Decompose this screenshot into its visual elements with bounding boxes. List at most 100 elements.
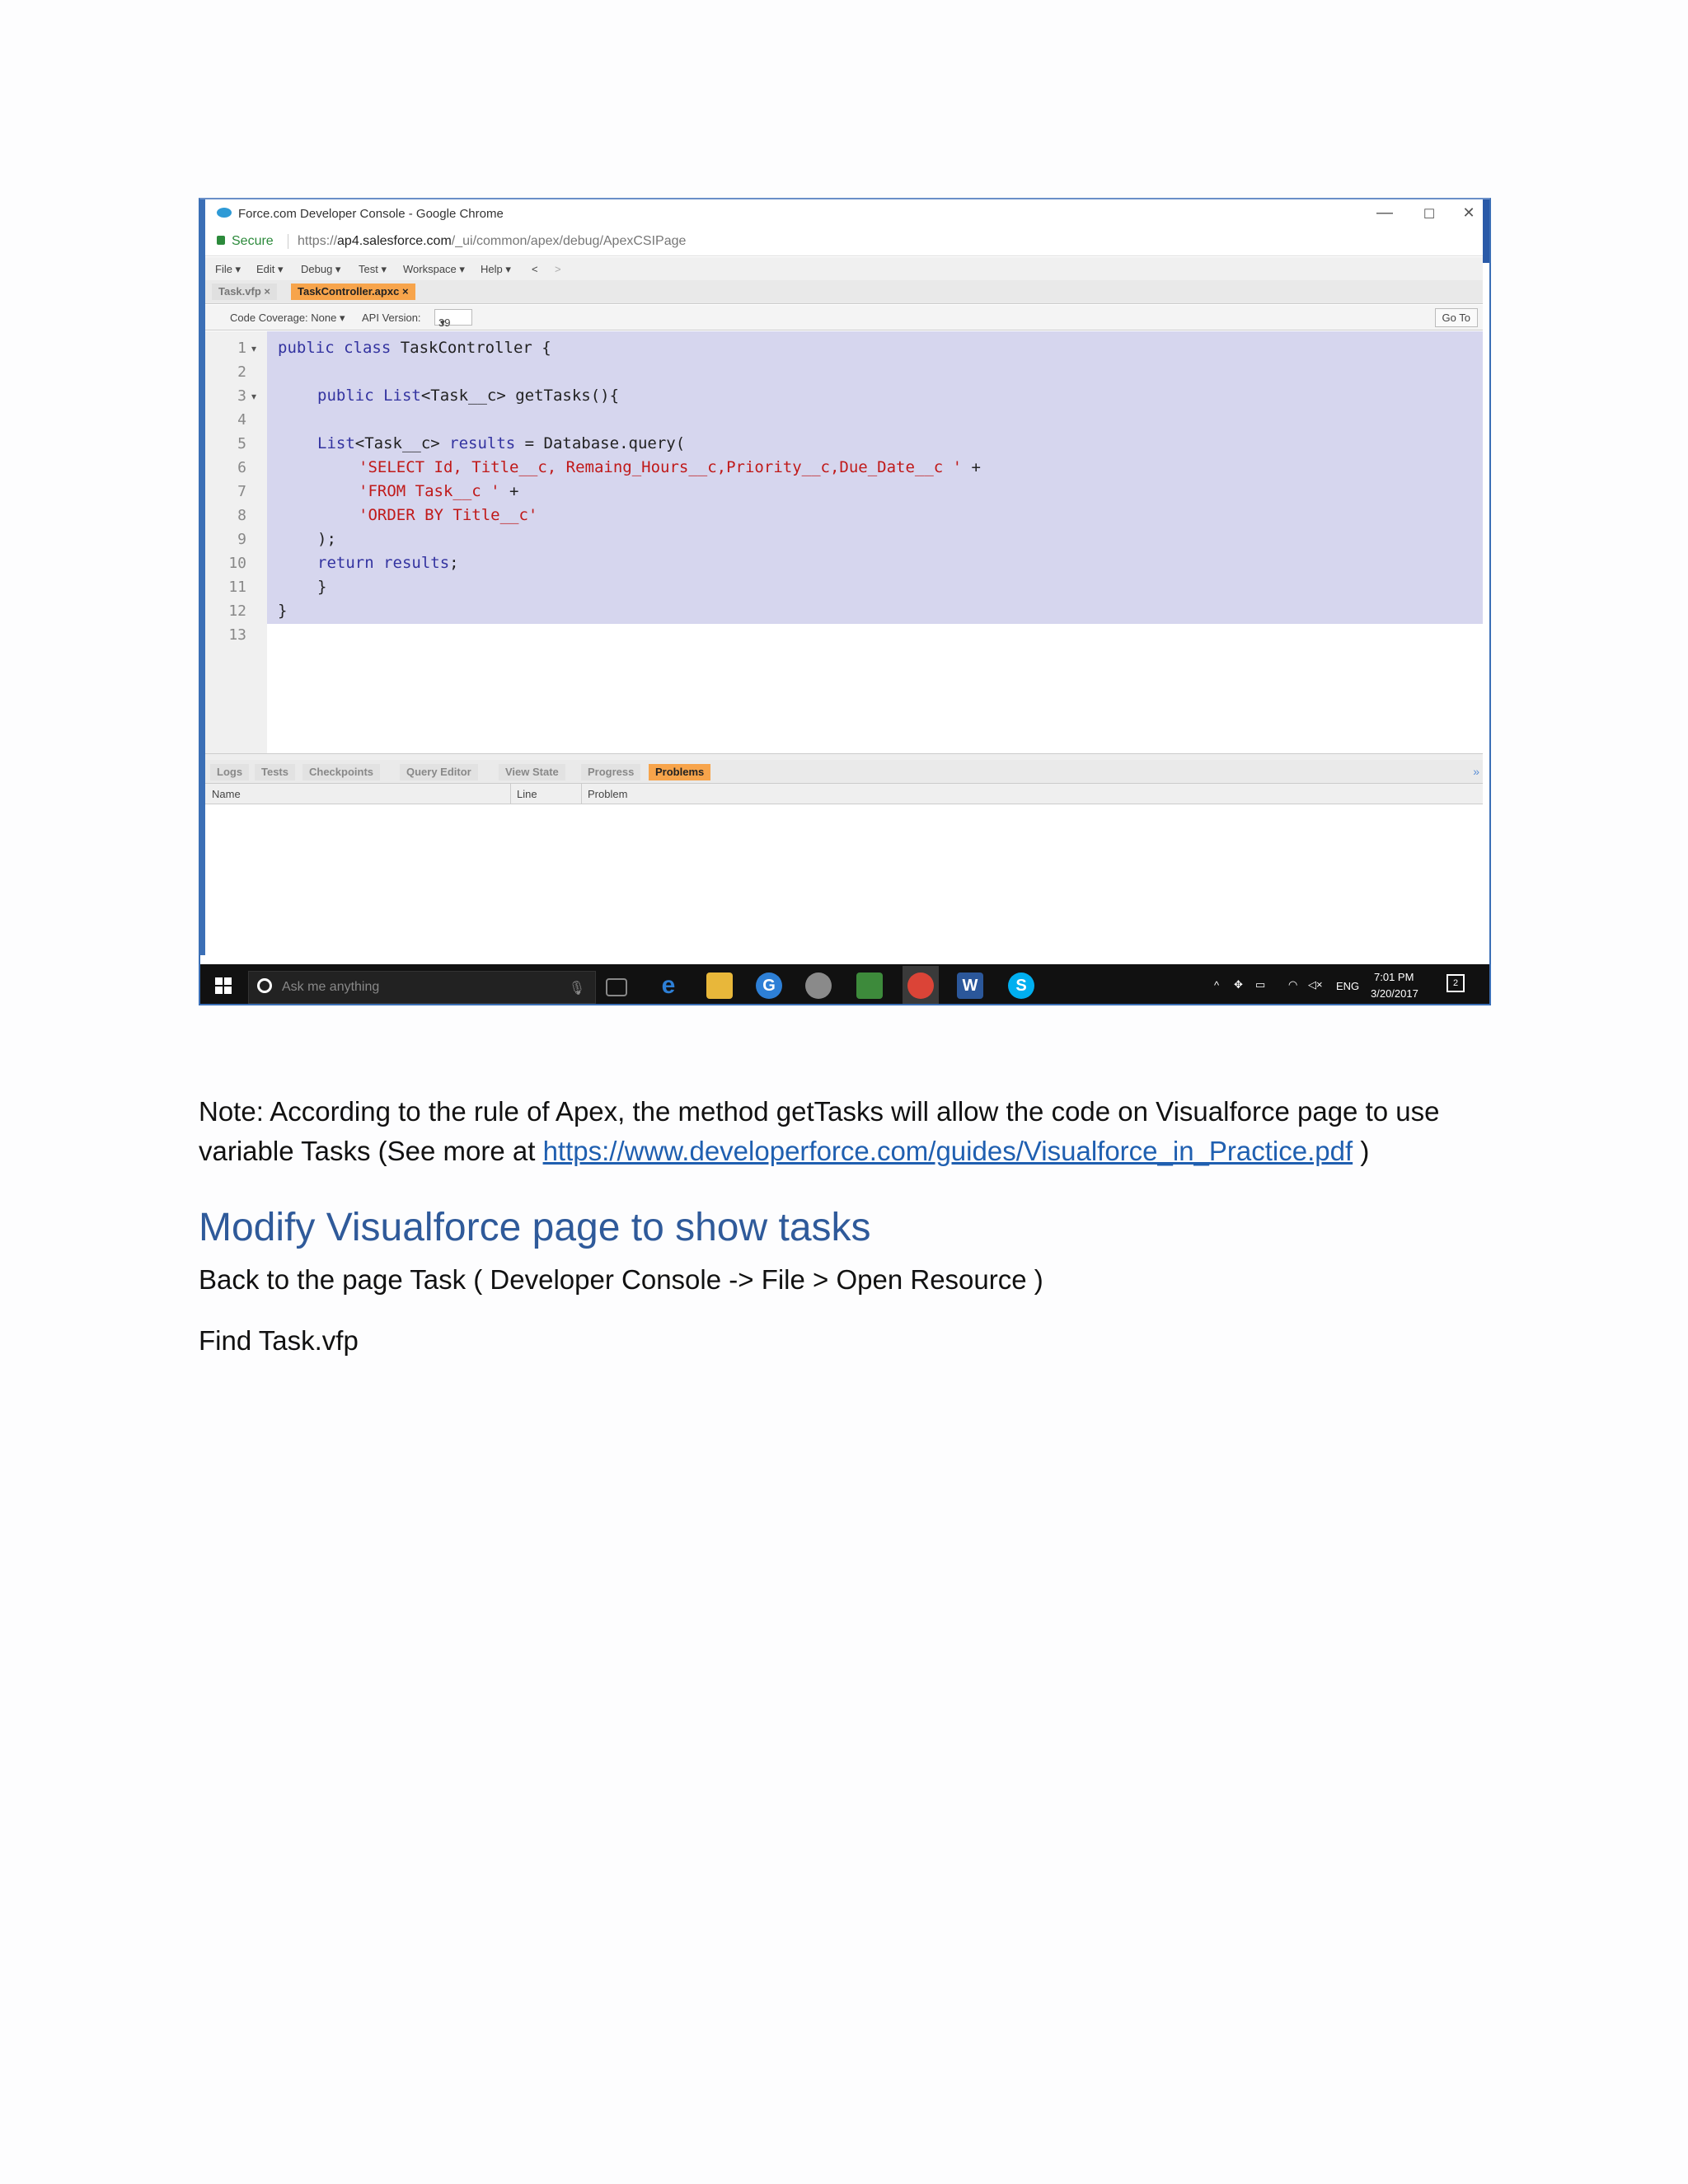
code-text: <Task__c> getTasks(){ — [420, 387, 620, 405]
menu-file[interactable]: File ▾ — [215, 263, 241, 276]
tab-close-icon[interactable]: × — [264, 285, 270, 298]
language-indicator[interactable]: ENG — [1336, 980, 1359, 992]
api-version-label: API Version: — [362, 312, 421, 324]
fold-arrow-icon[interactable]: ▾ — [251, 343, 256, 354]
secure-label: Secure — [232, 234, 274, 248]
fold-arrow-icon[interactable]: ▾ — [251, 391, 256, 402]
code-selection-highlight — [267, 331, 1483, 624]
menu-test[interactable]: Test ▾ — [359, 263, 387, 276]
url-prefix: https:// — [298, 234, 338, 248]
search-placeholder: Ask me anything — [282, 980, 380, 994]
visualforce-guide-link[interactable]: https://www.developerforce.com/guides/Vi… — [543, 1136, 1353, 1166]
tab-view-state[interactable]: View State — [499, 764, 565, 780]
minimize-button[interactable]: — — [1372, 204, 1397, 223]
line-number: 5 — [237, 435, 246, 452]
edge-icon[interactable]: e — [655, 972, 682, 999]
note-paragraph: Note: According to the rule of Apex, the… — [199, 1092, 1491, 1171]
api-version-select[interactable]: 39 ▼ — [434, 309, 472, 329]
code-string: 'SELECT Id, Title__c, Remaing_Hours__c,P… — [359, 458, 963, 476]
task-view-icon[interactable] — [606, 978, 627, 996]
code-line-5: List<Task__c> results = Database.query( — [317, 434, 685, 452]
tab-logs[interactable]: Logs — [210, 764, 250, 780]
window-titlebar: Force.com Developer Console - Google Chr… — [205, 199, 1483, 227]
tab-problems[interactable]: Problems — [649, 764, 711, 780]
tab-taskcontroller-apxc[interactable]: TaskController.apxc × — [291, 284, 415, 300]
windows-start-icon[interactable] — [215, 977, 232, 994]
skype-icon[interactable]: S — [1008, 972, 1034, 999]
spreadsheet-icon[interactable] — [856, 972, 883, 999]
code-line-12: } — [278, 602, 288, 620]
battery-icon[interactable]: ▭ — [1255, 978, 1265, 991]
microphone-icon[interactable]: 🎙 — [569, 980, 585, 996]
code-line-7: 'FROM Task__c ' + — [359, 482, 518, 500]
close-button[interactable]: ✕ — [1456, 204, 1481, 222]
clock-time[interactable]: 7:01 PM — [1374, 971, 1414, 983]
line-number: 10 — [228, 555, 246, 572]
code-line-8: 'ORDER BY Title__c' — [359, 506, 537, 524]
line-number: 6 — [237, 459, 246, 476]
action-center-notifications-icon[interactable]: 2 — [1447, 974, 1465, 992]
menu-debug[interactable]: Debug ▾ — [301, 263, 340, 276]
paint-icon[interactable] — [805, 972, 832, 999]
menu-edit[interactable]: Edit ▾ — [256, 263, 284, 276]
google-app-icon[interactable]: G — [756, 972, 782, 999]
tab-label: Task.vfp — [218, 285, 261, 298]
tab-checkpoints[interactable]: Checkpoints — [302, 764, 381, 780]
code-text: TaskController { — [391, 339, 551, 357]
url-path: /_ui/common/apex/debug/ApexCSIPage — [451, 234, 687, 248]
chrome-icon[interactable] — [907, 972, 934, 999]
line-number: 7 — [237, 483, 246, 500]
window-title: Force.com Developer Console - Google Chr… — [238, 207, 504, 221]
code-line-10: return results; — [317, 554, 459, 572]
url-host: ap4.salesforce.com — [337, 234, 452, 248]
tab-query-editor[interactable]: Query Editor — [400, 764, 478, 780]
chevron-down-icon: ▼ — [438, 319, 447, 328]
menu-help[interactable]: Help ▾ — [481, 263, 511, 276]
url-text[interactable]: https://ap4.salesforce.com/_ui/common/ap… — [298, 234, 686, 249]
menu-workspace[interactable]: Workspace ▾ — [403, 263, 465, 276]
code-keyword: List — [317, 434, 355, 452]
code-text: <Task__c> — [354, 434, 450, 452]
line-number: 12 — [228, 602, 246, 620]
expand-panel-icon[interactable]: » — [1473, 765, 1479, 778]
wifi-icon[interactable]: ◠ — [1288, 978, 1297, 991]
maximize-button[interactable]: ☐ — [1417, 206, 1442, 223]
word-icon[interactable]: W — [957, 972, 983, 999]
line-number: 9 — [237, 531, 246, 548]
section-heading: Modify Visualforce page to show tasks — [199, 1206, 871, 1249]
column-divider — [510, 784, 511, 804]
lock-icon — [217, 236, 225, 245]
file-explorer-icon[interactable] — [706, 972, 733, 999]
volume-icon[interactable]: ◁× — [1308, 978, 1323, 991]
column-line[interactable]: Line — [517, 788, 537, 800]
nav-forward-button[interactable]: > — [555, 263, 561, 275]
editor-toolbar: Code Coverage: None ▾ API Version: 39 ▼ … — [205, 305, 1483, 330]
go-to-button[interactable]: Go To — [1434, 308, 1478, 327]
address-bar[interactable]: Secure https://ap4.salesforce.com/_ui/co… — [205, 227, 1483, 256]
line-number: 13 — [228, 626, 246, 644]
instruction-paragraph: Back to the page Task ( Developer Consol… — [199, 1264, 1043, 1295]
clock-date[interactable]: 3/20/2017 — [1371, 987, 1418, 1000]
code-text: = Database.query( — [515, 434, 686, 452]
line-number: 1 — [237, 340, 246, 357]
column-problem[interactable]: Problem — [588, 788, 627, 800]
column-divider — [581, 784, 582, 804]
problems-table-header: Name Line Problem — [205, 784, 1483, 804]
show-hidden-icons-chevron-up-icon[interactable]: ^ — [1214, 979, 1219, 991]
code-keyword: public List — [317, 387, 421, 405]
nav-back-button[interactable]: < — [532, 263, 538, 275]
code-line-11: } — [317, 578, 327, 596]
code-editor[interactable]: 1 ▾ 2 3 ▾ 4 5 6 7 8 9 10 11 12 13 public… — [205, 331, 1483, 753]
cortana-search-box[interactable]: Ask me anything 🎙 — [248, 971, 596, 1004]
code-string: 'FROM Task__c ' — [359, 482, 500, 500]
dropbox-icon[interactable]: ✥ — [1234, 978, 1243, 991]
tab-progress[interactable]: Progress — [581, 764, 641, 780]
tab-task-vfp[interactable]: Task.vfp × — [212, 284, 277, 300]
code-coverage-dropdown[interactable]: Code Coverage: None ▾ — [230, 312, 345, 325]
column-name[interactable]: Name — [212, 788, 241, 800]
code-keyword: public class — [278, 339, 392, 357]
code-text: + — [962, 458, 981, 476]
line-number: 2 — [237, 363, 246, 381]
tab-close-icon[interactable]: × — [402, 285, 409, 298]
tab-tests[interactable]: Tests — [255, 764, 295, 780]
